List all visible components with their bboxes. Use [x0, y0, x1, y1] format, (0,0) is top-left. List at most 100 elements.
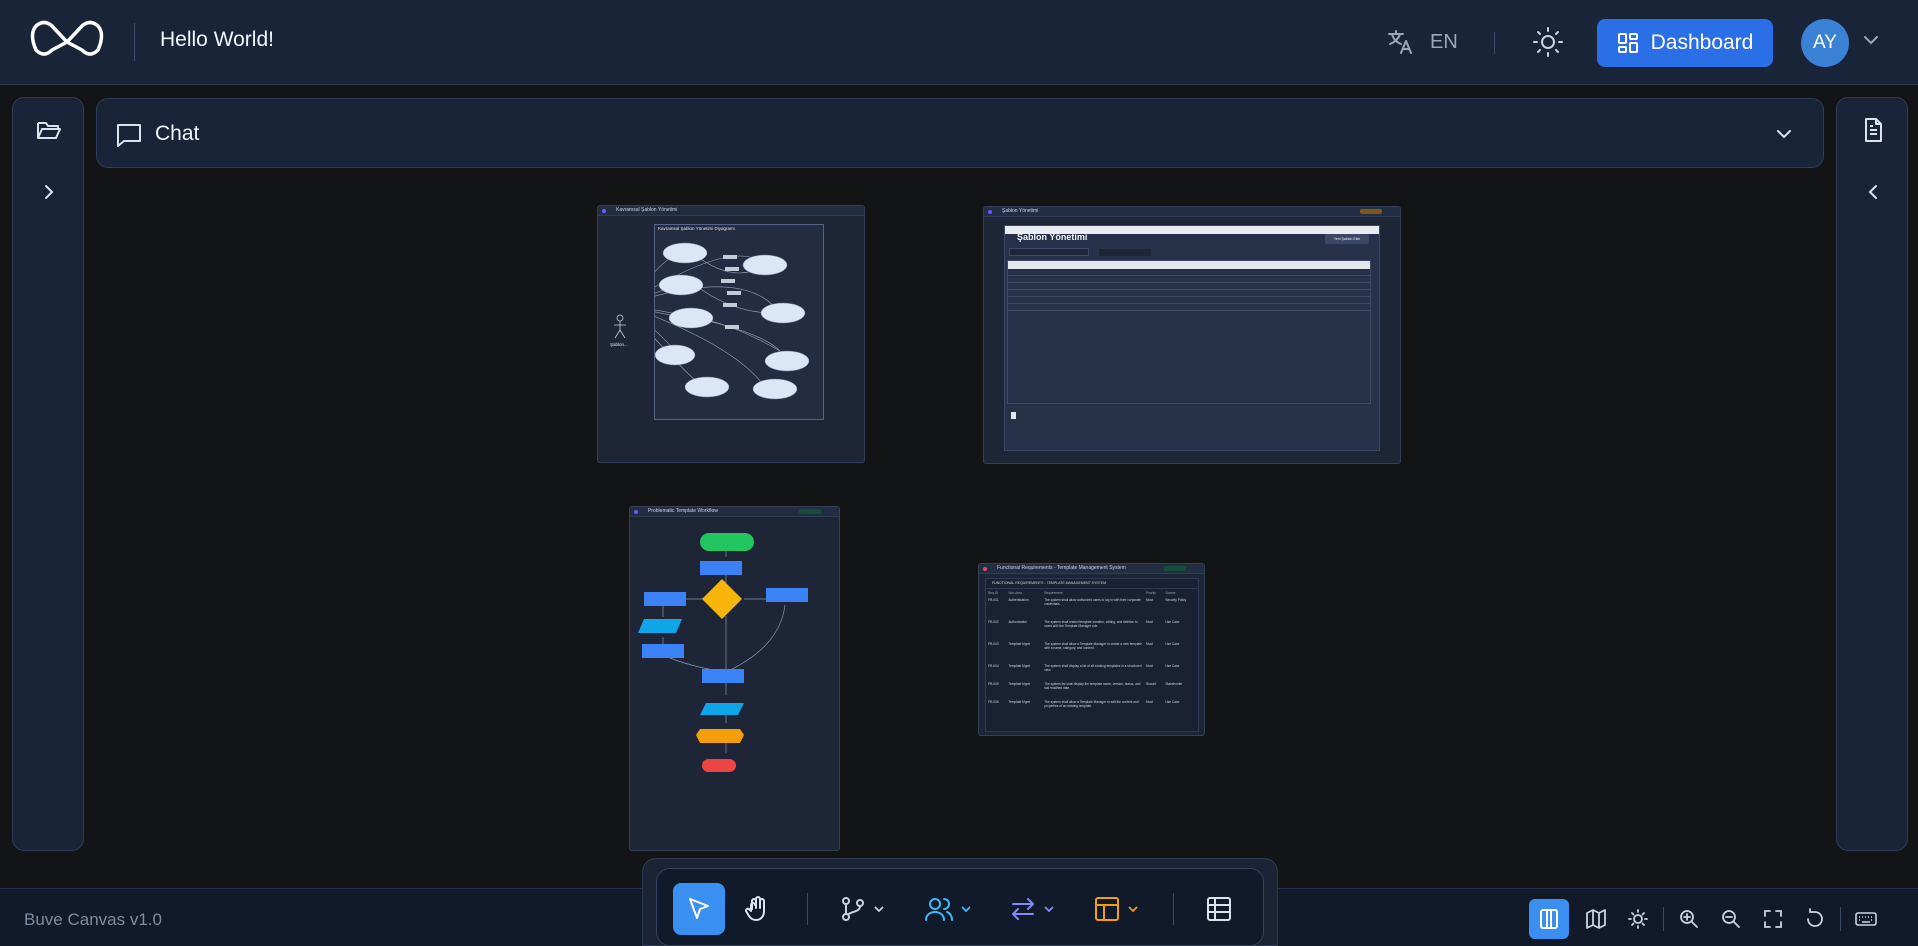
- search-field: [1009, 248, 1089, 256]
- column-header: Source: [1165, 591, 1176, 595]
- cell: Stakeholder: [1165, 682, 1183, 686]
- dashboard-grid-icon: [1617, 32, 1639, 54]
- add-template-button: Yeni Şablon Ekle: [1325, 234, 1369, 244]
- sun-icon[interactable]: [1532, 26, 1564, 58]
- chat-bubble-icon: [115, 121, 143, 149]
- table-header: [1008, 261, 1370, 269]
- chevron-down-icon: [874, 906, 884, 913]
- user-avatar[interactable]: AY: [1801, 19, 1849, 67]
- dashboard-button[interactable]: Dashboard: [1597, 19, 1773, 67]
- filter-field: [1099, 249, 1151, 256]
- reset-view-button[interactable]: [1794, 899, 1836, 939]
- infinity-logo-icon[interactable]: [26, 20, 108, 64]
- cell: The system shall restrict template creat…: [1044, 620, 1138, 628]
- table-row: FR-004 Template Mgmt The system shall di…: [986, 663, 1198, 681]
- users-tool-button[interactable]: [919, 883, 977, 935]
- translate-icon: [1386, 27, 1416, 57]
- column-header: Req ID: [988, 591, 998, 595]
- top-bar: Hello World! EN Dashboard AY: [0, 0, 1918, 85]
- cell: FR-001: [988, 598, 999, 602]
- chevron-down-icon[interactable]: [1862, 34, 1880, 46]
- language-switcher[interactable]: EN: [1386, 27, 1458, 57]
- select-tool-button[interactable]: [673, 883, 725, 935]
- sheet-title: FUNCTIONAL REQUIREMENTS - TEMPLATE MANAG…: [992, 581, 1107, 585]
- git-branch-icon: [842, 897, 864, 921]
- split-view-button[interactable]: [1529, 899, 1569, 939]
- header-divider: [134, 23, 135, 61]
- table-row: [1008, 283, 1370, 290]
- cell: Use Case: [1165, 642, 1180, 646]
- document-icon[interactable]: [1859, 116, 1887, 144]
- pan-tool-button[interactable]: [733, 883, 781, 935]
- language-code: EN: [1430, 30, 1458, 53]
- cell: The system shall allow authorized users …: [1044, 598, 1141, 606]
- card-drag-icon: [634, 510, 638, 514]
- table-row: [1008, 290, 1370, 297]
- chevron-right-icon[interactable]: [35, 178, 63, 206]
- zoom-out-button[interactable]: [1710, 899, 1752, 939]
- theme-toggle-button[interactable]: [1617, 899, 1659, 939]
- branch-tool-button[interactable]: [833, 883, 891, 935]
- requirements-table: Req ID Sub-Area Requirement Priority Sou…: [986, 589, 1198, 717]
- pagination: [1011, 412, 1016, 419]
- rotate-icon: [1807, 908, 1823, 927]
- requirements-sheet: FUNCTIONAL REQUIREMENTS - TEMPLATE MANAG…: [985, 578, 1199, 732]
- cell: Authorization: [1008, 620, 1027, 624]
- card-drag-icon: [983, 567, 987, 571]
- table-tool-button[interactable]: [1195, 883, 1243, 935]
- table-row: FR-001 Authentication The system shall a…: [986, 597, 1198, 619]
- layout-icon: [1095, 897, 1119, 921]
- column-header: Priority: [1145, 591, 1156, 595]
- cell: Authentication: [1008, 598, 1029, 602]
- cell: Use Case: [1165, 664, 1180, 668]
- canvas-card-workflow[interactable]: Problematic Template Workflow: [629, 506, 840, 851]
- sheet-toolbar: FUNCTIONAL REQUIREMENTS - TEMPLATE MANAG…: [986, 579, 1198, 589]
- zoom-in-icon: [1680, 910, 1698, 928]
- chevron-down-icon: [1128, 906, 1138, 913]
- zoom-in-button[interactable]: [1668, 899, 1710, 939]
- cell: FR-003: [988, 642, 999, 646]
- fullscreen-icon: [1764, 910, 1782, 928]
- cell: FR-004: [988, 664, 999, 668]
- chat-label: Chat: [155, 122, 200, 145]
- map-icon: [1586, 909, 1606, 929]
- chevron-down-icon[interactable]: [1775, 127, 1793, 141]
- card-header: Functional Requirements - Template Manag…: [979, 564, 1204, 574]
- dashboard-label: Dashboard: [1650, 31, 1754, 54]
- canvas-card-requirements[interactable]: Functional Requirements - Template Manag…: [978, 563, 1205, 736]
- cell: Should: [1145, 682, 1156, 686]
- canvas-card-use-case-diagram[interactable]: Kavramsal Şablon Yönetimi Kavramsal Şabl…: [597, 205, 865, 463]
- cell: Template Mgmt: [1008, 700, 1031, 704]
- column-header: Sub-Area: [1008, 591, 1022, 595]
- cell: Must: [1145, 642, 1153, 646]
- table-icon: [1207, 897, 1231, 921]
- card-drag-icon: [602, 209, 606, 213]
- card-title: Kavramsal Şablon Yönetimi: [616, 207, 678, 213]
- chevron-left-icon[interactable]: [1859, 178, 1887, 206]
- cell: FR-002: [988, 620, 999, 624]
- cell: The system shall allow a Template Manage…: [1044, 642, 1142, 650]
- cell: Must: [1145, 700, 1153, 704]
- fit-screen-button[interactable]: [1752, 899, 1794, 939]
- map-view-button[interactable]: [1575, 899, 1617, 939]
- canvas-card-template-management[interactable]: Şablon Yönetimi Şablon Yönetimi Yeni Şab…: [983, 206, 1401, 464]
- card-title: Şablon Yönetimi: [1002, 208, 1039, 214]
- table-row: FR-003 Template Mgmt The system shall al…: [986, 641, 1198, 663]
- cell: Template Mgmt: [1008, 664, 1031, 668]
- cell: Must: [1145, 598, 1153, 602]
- chat-panel-header[interactable]: Chat: [96, 98, 1824, 168]
- left-side-panel: [12, 97, 84, 851]
- keyboard-shortcuts-button[interactable]: [1845, 899, 1887, 939]
- folder-open-icon[interactable]: [35, 116, 63, 144]
- card-drag-icon: [988, 210, 992, 214]
- cursor-arrow-icon: [689, 898, 709, 919]
- cell: FR-005: [988, 682, 999, 686]
- layout-tool-button[interactable]: [1087, 883, 1145, 935]
- header-divider: [1494, 32, 1495, 54]
- card-header: Kavramsal Şablon Yönetimi: [598, 206, 864, 216]
- keyboard-icon: [1855, 912, 1877, 926]
- canvas-area[interactable]: Kavramsal Şablon Yönetimi Kavramsal Şabl…: [86, 170, 1834, 851]
- table-row: FR-005 Template Mgmt The system list sha…: [986, 681, 1198, 699]
- transfer-tool-button[interactable]: [1003, 883, 1061, 935]
- card-title: Functional Requirements - Template Manag…: [997, 565, 1126, 571]
